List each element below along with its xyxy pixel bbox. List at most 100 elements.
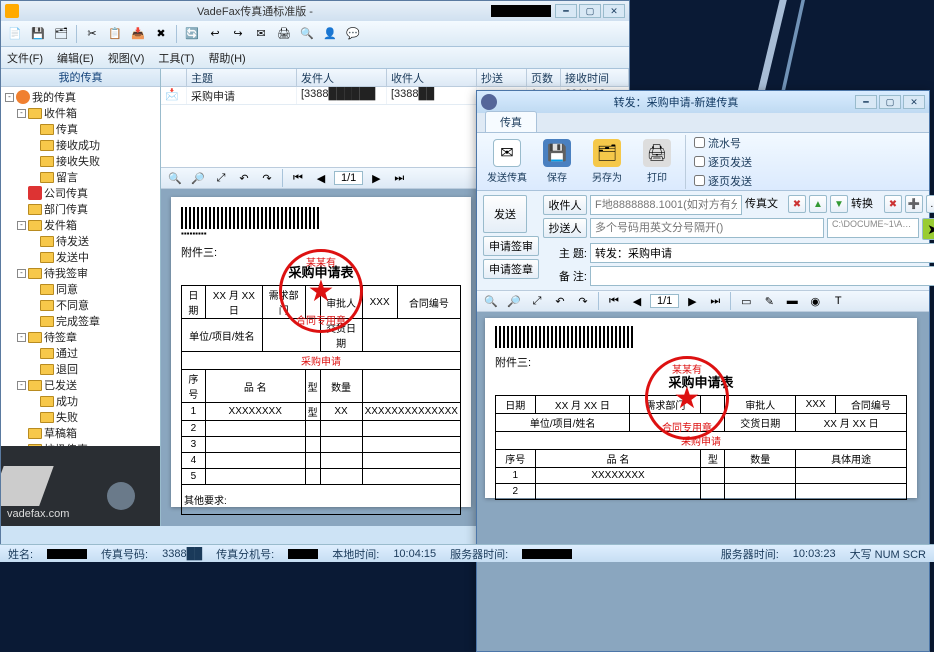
tree-item[interactable]: 同意 bbox=[56, 281, 78, 297]
cc-label-button[interactable]: 抄送人 bbox=[543, 218, 587, 238]
add-icon[interactable]: ➕ bbox=[905, 195, 923, 213]
paste-icon[interactable]: 📥 bbox=[128, 24, 148, 44]
saveas-button[interactable]: 🗂另存为 bbox=[585, 139, 629, 184]
maximize-button[interactable]: ▢ bbox=[579, 4, 601, 18]
rotate-left-icon[interactable]: ↶ bbox=[234, 168, 254, 188]
refresh-icon[interactable]: 🔄 bbox=[182, 24, 202, 44]
check-pagewise1[interactable]: 逐页发送 bbox=[694, 154, 752, 170]
sign-seal-button[interactable]: 申请签章 bbox=[483, 259, 539, 279]
cc-input[interactable] bbox=[590, 218, 824, 238]
col-from[interactable]: 发件人 bbox=[297, 69, 387, 86]
tree-item[interactable]: 留言 bbox=[56, 169, 78, 185]
close-button[interactable]: ✕ bbox=[603, 4, 625, 18]
tree-item[interactable]: 部门传真 bbox=[44, 201, 88, 217]
crop-icon[interactable]: ▭ bbox=[736, 291, 756, 311]
remark-input[interactable] bbox=[590, 266, 934, 286]
check-serial[interactable]: 流水号 bbox=[694, 135, 752, 151]
erase-icon[interactable]: ▬ bbox=[782, 291, 802, 311]
reply-icon[interactable]: ↩ bbox=[205, 24, 225, 44]
forward-icon[interactable]: ↪ bbox=[228, 24, 248, 44]
col-cc[interactable]: 抄送 bbox=[477, 69, 527, 86]
tree-item[interactable]: 已发送 bbox=[44, 377, 77, 393]
subject-input[interactable] bbox=[590, 243, 934, 263]
last-page-icon[interactable]: ⏭ bbox=[705, 291, 725, 311]
tree-root[interactable]: 我的传真 bbox=[32, 89, 76, 105]
menu-help[interactable]: 帮助(H) bbox=[208, 50, 245, 66]
send-button[interactable]: 发送 bbox=[483, 195, 527, 233]
text-icon[interactable]: T bbox=[828, 291, 848, 311]
col-time[interactable]: 接收时间 bbox=[561, 69, 629, 86]
minimize-button[interactable]: ━ bbox=[555, 4, 577, 18]
prev-page-icon[interactable]: ◀ bbox=[627, 291, 647, 311]
copy-icon[interactable]: 📋 bbox=[105, 24, 125, 44]
ad-banner[interactable]: vadefax.com bbox=[1, 446, 160, 526]
menu-file[interactable]: 文件(F) bbox=[7, 50, 43, 66]
next-page-icon[interactable]: ▶ bbox=[366, 168, 386, 188]
folder-tree[interactable]: -我的传真 -收件箱 传真 接收成功 接收失败 留言 公司传真 部门传真 -发件… bbox=[1, 87, 160, 446]
dialog-close-button[interactable]: ✕ bbox=[903, 95, 925, 109]
pen-icon[interactable]: ✎ bbox=[759, 291, 779, 311]
help-icon[interactable]: 💬 bbox=[343, 24, 363, 44]
tree-item[interactable]: 公司传真 bbox=[44, 185, 88, 201]
tree-outbox[interactable]: 发件箱 bbox=[44, 217, 77, 233]
recipient-input[interactable] bbox=[590, 195, 742, 215]
prev-page-icon[interactable]: ◀ bbox=[311, 168, 331, 188]
tree-item[interactable]: 完成签章 bbox=[56, 313, 100, 329]
fit-icon[interactable]: ⤢ bbox=[527, 291, 547, 311]
tree-inbox[interactable]: 收件箱 bbox=[44, 105, 77, 121]
cut-icon[interactable]: ✂ bbox=[82, 24, 102, 44]
dialog-minimize-button[interactable]: ━ bbox=[855, 95, 877, 109]
fit-icon[interactable]: ⤢ bbox=[211, 168, 231, 188]
tree-item[interactable]: 发送中 bbox=[56, 249, 89, 265]
col-subject[interactable]: 主题 bbox=[187, 69, 297, 86]
col-pages[interactable]: 页数 bbox=[527, 69, 561, 86]
dialog-maximize-button[interactable]: ▢ bbox=[879, 95, 901, 109]
tree-item[interactable]: 传真 bbox=[56, 121, 78, 137]
tree-item[interactable]: 接收成功 bbox=[56, 137, 100, 153]
last-page-icon[interactable]: ⏭ bbox=[389, 168, 409, 188]
menu-edit[interactable]: 编辑(E) bbox=[57, 50, 94, 66]
remove-attach-icon[interactable]: ✖ bbox=[788, 195, 806, 213]
stamp-icon[interactable]: ◉ bbox=[805, 291, 825, 311]
new-icon[interactable]: 📄 bbox=[5, 24, 25, 44]
tree-item[interactable]: 失败 bbox=[56, 409, 78, 425]
sign-review-button[interactable]: 申请签审 bbox=[483, 236, 539, 256]
browse-icon[interactable]: … bbox=[926, 195, 934, 213]
recipient-label-button[interactable]: 收件人 bbox=[543, 195, 587, 215]
menu-tools[interactable]: 工具(T) bbox=[158, 50, 194, 66]
tree-item[interactable]: 不同意 bbox=[56, 297, 89, 313]
next-page-icon[interactable]: ▶ bbox=[682, 291, 702, 311]
mail-icon[interactable]: ✉ bbox=[251, 24, 271, 44]
remove2-icon[interactable]: ✖ bbox=[884, 195, 902, 213]
search-icon[interactable]: 🔍 bbox=[297, 24, 317, 44]
zoom-out-icon[interactable]: 🔍 bbox=[481, 291, 501, 311]
zoom-in-icon[interactable]: 🔎 bbox=[188, 168, 208, 188]
check-pagewise2[interactable]: 逐页发送 bbox=[694, 173, 752, 189]
save-icon[interactable]: 💾 bbox=[28, 24, 48, 44]
zoom-out-icon[interactable]: 🔍 bbox=[165, 168, 185, 188]
col-to[interactable]: 收件人 bbox=[387, 69, 477, 86]
attach-path[interactable]: C:\DOCUME~1\A… bbox=[827, 218, 919, 238]
dialog-titlebar[interactable]: 转发：采购申请-新建传真 ━ ▢ ✕ bbox=[477, 91, 929, 113]
tree-item[interactable]: 退回 bbox=[56, 361, 78, 377]
down-icon[interactable]: ▼ bbox=[830, 195, 848, 213]
first-page-icon[interactable]: ⏮ bbox=[288, 168, 308, 188]
zoom-in-icon[interactable]: 🔎 bbox=[504, 291, 524, 311]
print-icon[interactable]: 🖨 bbox=[274, 24, 294, 44]
tree-item[interactable]: 待签章 bbox=[44, 329, 77, 345]
first-page-icon[interactable]: ⏮ bbox=[604, 291, 624, 311]
contacts-icon[interactable]: 👤 bbox=[320, 24, 340, 44]
dialog-document-preview[interactable]: 附件三: 采购申请表 某某有合同专用章 日期XX 月 XX 日需求部门审批人XX… bbox=[477, 312, 929, 651]
delete-icon[interactable]: ✖ bbox=[151, 24, 171, 44]
rotate-right-icon[interactable]: ↷ bbox=[257, 168, 277, 188]
tree-item[interactable]: 待发送 bbox=[56, 233, 89, 249]
go-icon[interactable]: ➤ bbox=[922, 218, 934, 240]
rotate-right-icon[interactable]: ↷ bbox=[573, 291, 593, 311]
tab-fax[interactable]: 传真 bbox=[485, 111, 537, 132]
col-icon[interactable] bbox=[161, 69, 187, 86]
save-button[interactable]: 💾保存 bbox=[535, 139, 579, 184]
up-icon[interactable]: ▲ bbox=[809, 195, 827, 213]
tree-item[interactable]: 通过 bbox=[56, 345, 78, 361]
tree-item[interactable]: 接收失败 bbox=[56, 153, 100, 169]
print-button[interactable]: 🖨打印 bbox=[635, 139, 679, 184]
